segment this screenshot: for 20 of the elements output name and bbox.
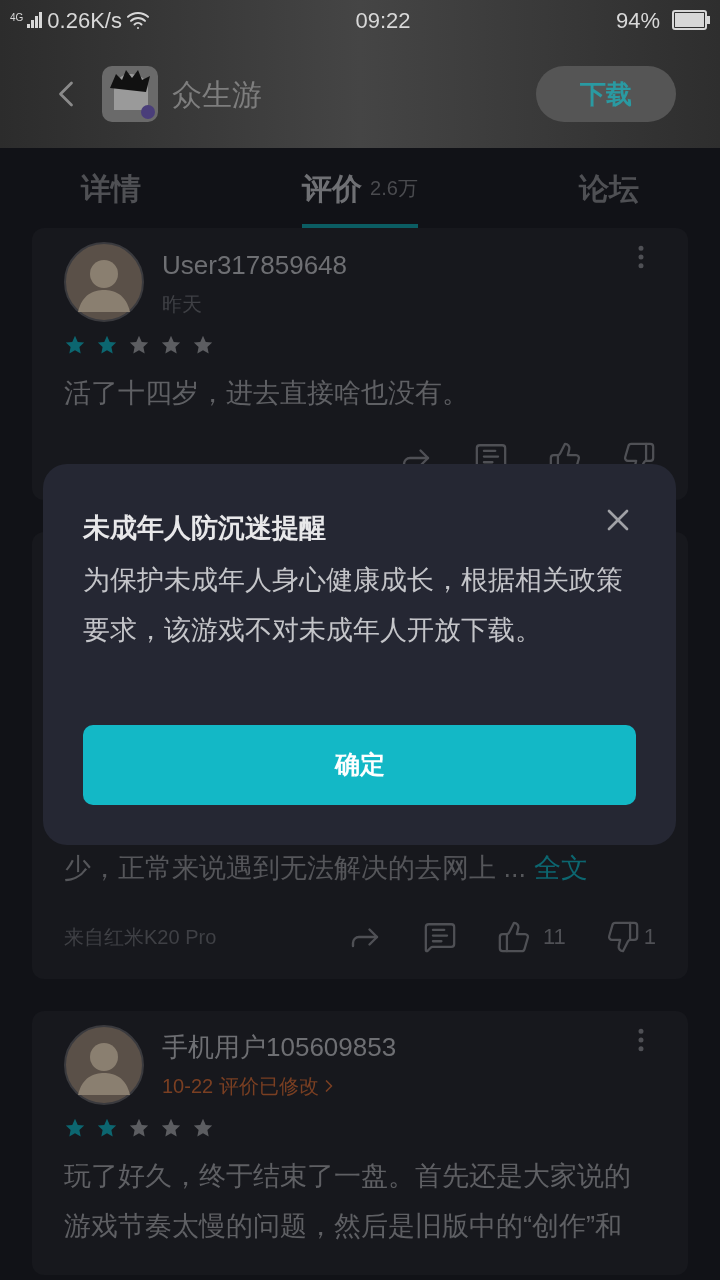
tab[interactable]: 论坛 <box>579 148 640 228</box>
review-text: 活了十四岁，进去直接啥也没有。 <box>64 377 470 410</box>
full-text-link[interactable]: 全文 <box>533 853 588 883</box>
clock: 09:22 <box>355 6 411 35</box>
dislike-count: 1 <box>643 923 656 951</box>
username: User317859648 <box>162 248 349 282</box>
username: 手机用户105609853 <box>162 1031 398 1064</box>
download-button[interactable]: 下载 <box>536 66 676 122</box>
network-speed: 0.26K/s <box>47 6 122 35</box>
review-text: 玩了好久，终于结束了一盘。首先还是大家说的游戏节奏太慢的问题，然后是旧版中的“创作”和 <box>64 1159 632 1243</box>
dialog-title: 未成年人防沉迷提醒 <box>83 512 326 545</box>
network-label: 4G <box>10 10 24 25</box>
app-title: 众生游 <box>172 76 262 113</box>
battery-percent: 94% <box>615 6 660 35</box>
confirm-button[interactable]: 确定 <box>83 724 636 805</box>
tab[interactable]: 详情 <box>80 148 141 228</box>
like-count: 11 <box>542 923 566 951</box>
review-date: 10-22 评价已修改 <box>162 1071 608 1101</box>
dialog-message: 为保护未成年人身心健康成长，根据相关政策要求，该游戏不对未成年人开放下载。 <box>83 563 624 647</box>
review-text: 少，正常来说遇到无法解决的去网上 ... 全文 <box>64 852 589 885</box>
